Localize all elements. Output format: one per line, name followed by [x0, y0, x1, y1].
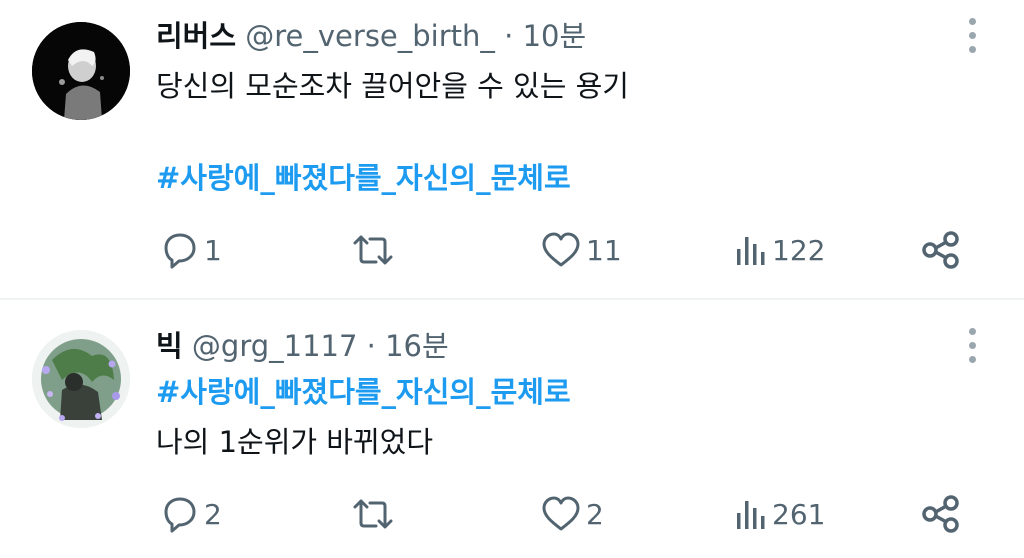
- author-handle[interactable]: @grg_1117: [192, 329, 358, 363]
- timestamp[interactable]: 16분: [385, 329, 449, 363]
- tweet-header: 빅 @grg_1117 · 16분: [156, 328, 449, 364]
- author-name[interactable]: 빅: [156, 329, 183, 363]
- views-button[interactable]: 261: [732, 492, 825, 536]
- action-bar: 2 2 261: [0, 492, 1024, 536]
- separator: ·: [366, 329, 376, 363]
- heart-icon: [542, 496, 580, 531]
- more-vertical-icon: [969, 328, 976, 335]
- reply-icon: [164, 497, 196, 533]
- tweet[interactable]: 빅 @grg_1117 · 16분 #사랑에_빠졌다를_자신의_문체로 나의 1…: [0, 0, 1024, 558]
- retweet-button[interactable]: [352, 492, 398, 536]
- reply-count: 2: [204, 497, 222, 531]
- share-button[interactable]: [920, 492, 960, 536]
- views-count: 261: [772, 497, 826, 531]
- avatar-image: [32, 330, 130, 428]
- like-count: 2: [586, 497, 604, 531]
- like-button[interactable]: 2: [540, 492, 604, 536]
- views-icon: [737, 501, 765, 529]
- tweet-text: 나의 1순위가 바뀌었다: [156, 425, 434, 459]
- more-options-button[interactable]: [962, 324, 984, 368]
- hashtag-link[interactable]: #사랑에_빠졌다를_자신의_문체로: [156, 374, 571, 410]
- avatar[interactable]: [32, 330, 130, 428]
- share-icon: [922, 495, 959, 533]
- reply-button[interactable]: 2: [160, 492, 222, 536]
- retweet-icon: [353, 499, 393, 529]
